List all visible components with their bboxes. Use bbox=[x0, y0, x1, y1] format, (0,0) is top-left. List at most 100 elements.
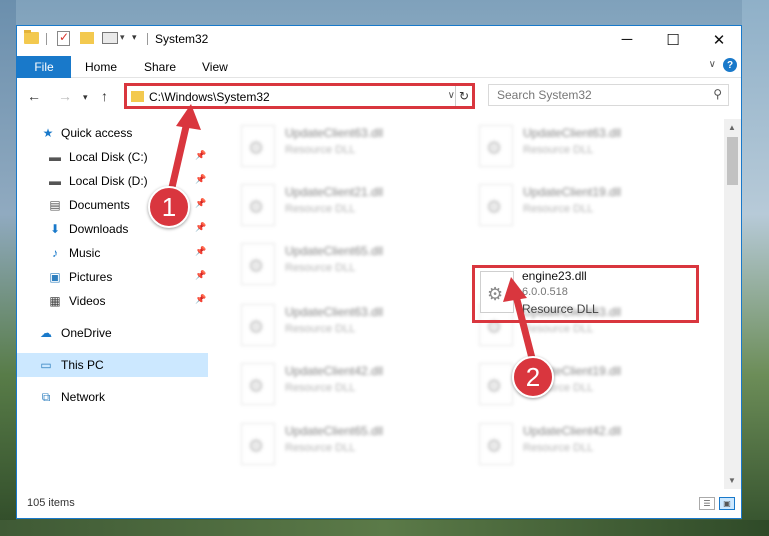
file-name: UpdateClient42.dll bbox=[523, 424, 622, 438]
nav-onedrive[interactable]: ☁ OneDrive bbox=[17, 321, 208, 345]
search-input[interactable]: Search System32 ⚲ bbox=[488, 84, 729, 106]
pin-icon[interactable]: 📌 bbox=[195, 270, 206, 281]
pin-icon[interactable]: 📌 bbox=[195, 246, 206, 257]
tab-view[interactable]: View bbox=[202, 60, 228, 74]
forward-icon[interactable]: → bbox=[58, 88, 72, 104]
quick-access-dropdown-icon[interactable]: ▾ bbox=[120, 32, 125, 43]
properties-check-icon[interactable] bbox=[57, 30, 70, 46]
nav-label: Local Disk (D:) bbox=[69, 174, 148, 188]
file-item[interactable]: UpdateClient21.dll Resource DLL bbox=[237, 182, 467, 234]
ribbon-tabs: File Home Share View ∨ ? bbox=[17, 53, 741, 78]
dll-file-icon bbox=[241, 125, 275, 167]
dll-file-icon bbox=[241, 184, 275, 226]
nav-local-disk-c[interactable]: ▬ Local Disk (C:) 📌 bbox=[17, 145, 208, 169]
back-icon[interactable]: ← bbox=[27, 88, 41, 104]
cloud-icon: ☁ bbox=[40, 326, 52, 340]
nav-label: Network bbox=[61, 390, 106, 404]
file-name: engine23.dll bbox=[522, 269, 587, 283]
chevron-down-icon[interactable]: ∨ bbox=[448, 90, 455, 101]
maximize-button[interactable]: ☐ bbox=[650, 26, 696, 53]
desktop-background-right bbox=[742, 0, 769, 536]
tab-share[interactable]: Share bbox=[144, 60, 176, 74]
file-item[interactable]: UpdateClient19.dll Resource DLL bbox=[475, 361, 705, 413]
file-type: Resource DLL bbox=[522, 302, 599, 316]
pin-icon[interactable]: 📌 bbox=[195, 222, 206, 233]
computer-icon: ▭ bbox=[40, 358, 52, 372]
desktop-background-left bbox=[0, 0, 16, 536]
nav-label: Pictures bbox=[69, 270, 113, 284]
tiles-view-icon[interactable]: ▣ bbox=[719, 497, 735, 510]
close-button[interactable]: ✕ bbox=[696, 26, 741, 53]
pin-icon[interactable]: 📌 bbox=[195, 174, 206, 185]
address-toolbar: ← → ▾ ↑ C:\Windows\System32 ∨ ↻ Search S… bbox=[17, 79, 741, 113]
file-type: Resource DLL bbox=[523, 323, 594, 335]
dll-file-icon bbox=[241, 243, 275, 285]
dll-file-icon bbox=[241, 304, 275, 346]
address-bar[interactable]: C:\Windows\System32 ∨ ↻ bbox=[124, 83, 475, 109]
file-type: Resource DLL bbox=[285, 382, 356, 394]
up-icon[interactable]: ↑ bbox=[101, 88, 108, 104]
file-item[interactable]: UpdateClient65.dll Resource DLL bbox=[237, 241, 467, 293]
file-type: Resource DLL bbox=[285, 323, 356, 335]
file-name: UpdateClient65.dll bbox=[285, 244, 384, 258]
file-name: UpdateClient63.dll bbox=[285, 126, 384, 140]
search-icon[interactable]: ⚲ bbox=[713, 87, 722, 101]
dll-file-icon bbox=[479, 423, 513, 465]
vertical-scrollbar[interactable]: ▲ ▼ bbox=[724, 119, 741, 489]
file-type: Resource DLL bbox=[285, 203, 356, 215]
customize-toolbar-icon[interactable]: ▾ bbox=[132, 32, 137, 43]
new-folder-icon[interactable] bbox=[80, 32, 94, 44]
file-item[interactable]: UpdateClient19.dll Resource DLL bbox=[475, 182, 705, 234]
pin-icon[interactable]: 📌 bbox=[195, 198, 206, 209]
dll-file-icon bbox=[241, 363, 275, 405]
nav-pictures[interactable]: ▣ Pictures 📌 bbox=[17, 265, 208, 289]
nav-label: Quick access bbox=[61, 126, 133, 140]
callout-1: 1 bbox=[148, 186, 190, 228]
file-type: Resource DLL bbox=[285, 442, 356, 454]
file-type: Resource DLL bbox=[285, 144, 356, 156]
tab-file[interactable]: File bbox=[17, 56, 71, 78]
recent-locations-icon[interactable]: ▾ bbox=[83, 92, 88, 103]
file-type: Resource DLL bbox=[285, 262, 356, 274]
nav-music[interactable]: ♪ Music 📌 bbox=[17, 241, 208, 265]
dll-file-icon bbox=[479, 184, 513, 226]
pin-icon[interactable]: 📌 bbox=[195, 294, 206, 305]
nav-label: OneDrive bbox=[61, 326, 112, 340]
dll-file-icon bbox=[479, 125, 513, 167]
file-item[interactable]: UpdateClient42.dll Resource DLL bbox=[475, 421, 705, 473]
pin-icon[interactable]: 📌 bbox=[195, 150, 206, 161]
file-name: UpdateClient63.dll bbox=[285, 305, 384, 319]
file-type: Resource DLL bbox=[523, 442, 594, 454]
file-item[interactable]: UpdateClient65.dll Resource DLL bbox=[237, 421, 467, 473]
file-type: Resource DLL bbox=[523, 203, 594, 215]
nav-videos[interactable]: ▦ Videos 📌 bbox=[17, 289, 208, 313]
details-view-icon[interactable]: ☰ bbox=[699, 497, 715, 510]
file-list: UpdateClient63.dll Resource DLL UpdateCl… bbox=[210, 119, 722, 489]
file-name: UpdateClient21.dll bbox=[285, 185, 384, 199]
star-icon: ★ bbox=[42, 126, 54, 140]
nav-this-pc[interactable]: ▭ This PC bbox=[17, 353, 208, 377]
folder-icon bbox=[131, 91, 144, 102]
file-type: Resource DLL bbox=[523, 144, 594, 156]
address-path[interactable]: C:\Windows\System32 bbox=[149, 90, 270, 104]
file-item[interactable]: UpdateClient42.dll Resource DLL bbox=[237, 361, 467, 413]
view-options-icon[interactable] bbox=[102, 32, 118, 44]
file-item[interactable]: UpdateClient63.dll Resource DLL bbox=[237, 123, 467, 175]
nav-network[interactable]: ⧉ Network bbox=[17, 385, 208, 409]
help-icon[interactable]: ? bbox=[723, 58, 737, 72]
music-icon: ♪ bbox=[52, 246, 58, 260]
expand-ribbon-icon[interactable]: ∨ bbox=[709, 59, 716, 70]
nav-label: Documents bbox=[69, 198, 130, 212]
nav-quick-access[interactable]: ★ Quick access bbox=[17, 121, 208, 145]
drive-icon: ▬ bbox=[49, 174, 61, 188]
file-name: UpdateClient63.dll bbox=[523, 126, 622, 140]
file-item-engine23[interactable]: engine23.dll 6.0.0.518 Resource DLL bbox=[476, 269, 706, 321]
scroll-up-icon[interactable]: ▲ bbox=[728, 123, 736, 132]
file-item[interactable]: UpdateClient63.dll Resource DLL bbox=[475, 123, 705, 175]
minimize-button[interactable]: ─ bbox=[604, 26, 650, 53]
scroll-down-icon[interactable]: ▼ bbox=[728, 476, 736, 485]
scrollbar-thumb[interactable] bbox=[727, 137, 738, 185]
tab-home[interactable]: Home bbox=[85, 60, 117, 74]
file-item[interactable]: UpdateClient63.dll Resource DLL bbox=[237, 302, 467, 354]
refresh-icon[interactable]: ↻ bbox=[455, 86, 472, 106]
